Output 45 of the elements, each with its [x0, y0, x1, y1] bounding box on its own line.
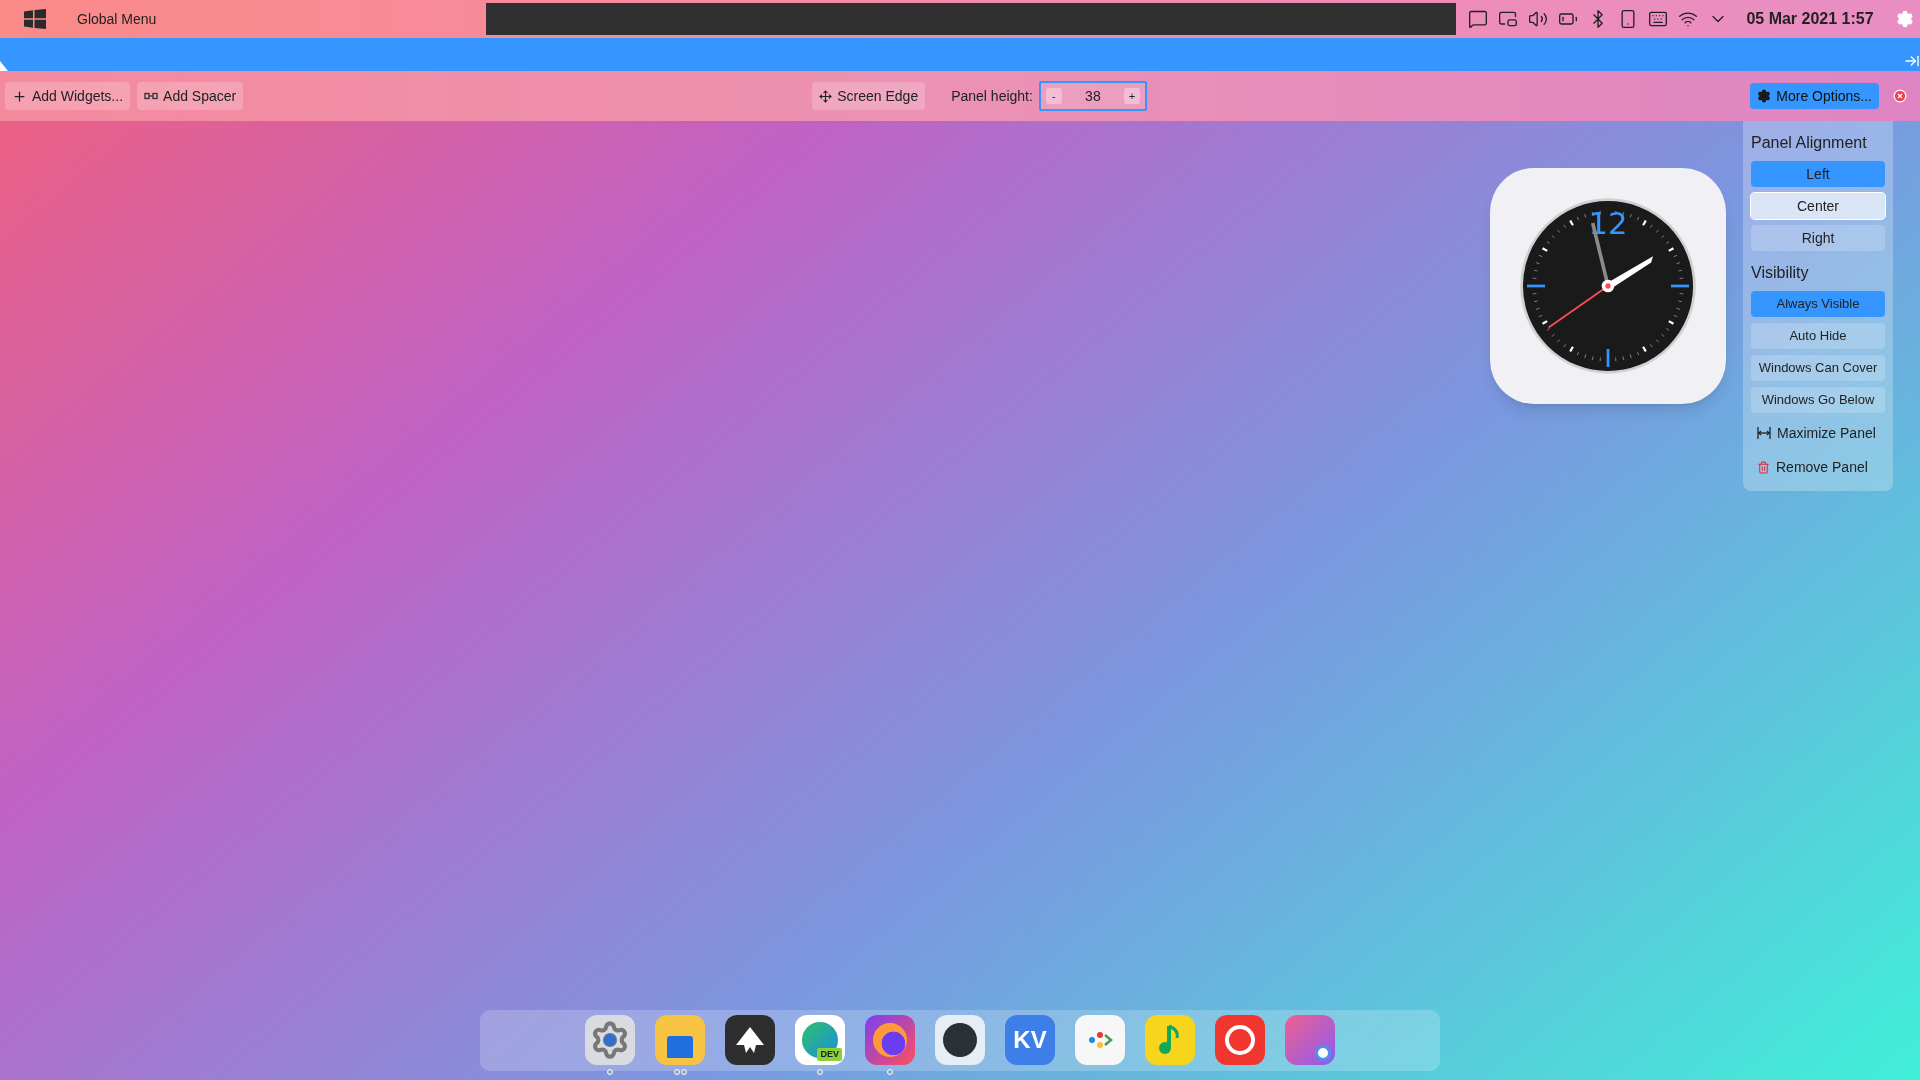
window-app-icon[interactable]: [1285, 1015, 1335, 1065]
visibility-option[interactable]: Auto Hide: [1751, 323, 1885, 349]
visibility-option[interactable]: Always Visible: [1751, 291, 1885, 317]
visibility-option[interactable]: Windows Can Cover: [1751, 355, 1885, 381]
section-title: Visibility: [1751, 263, 1810, 283]
kv-app-icon[interactable]: KV: [1005, 1015, 1055, 1065]
screen-edge-button[interactable]: Screen Edge: [812, 82, 926, 110]
trash-icon: [1757, 460, 1770, 474]
windows-logo-icon[interactable]: [24, 9, 46, 29]
remove-panel-button[interactable]: Remove Panel: [1751, 453, 1885, 481]
mountain-app-icon[interactable]: [725, 1015, 775, 1065]
analog-clock-drawing: 12: [1518, 196, 1698, 376]
arrow-right-to-line-icon[interactable]: [1904, 53, 1920, 69]
alignment-option[interactable]: Right: [1751, 225, 1885, 251]
add-button[interactable]: Add Spacer: [137, 82, 244, 110]
alignment-option[interactable]: Center: [1751, 193, 1885, 219]
volume-icon[interactable]: [1528, 9, 1549, 29]
add-button[interactable]: Add Widgets...: [5, 82, 131, 110]
dev-badge: DEV: [817, 1048, 842, 1061]
settings-icon: [1757, 89, 1772, 103]
global-menu-label[interactable]: Global Menu: [77, 8, 157, 30]
section-title: Panel Alignment: [1751, 133, 1868, 153]
shopping-bag-app-icon[interactable]: [1075, 1015, 1125, 1065]
panel-height-value: 38: [1085, 86, 1101, 106]
panel-height-label: Panel height:: [951, 86, 1033, 106]
maximize-panel-button[interactable]: Maximize Panel: [1751, 419, 1885, 447]
message-icon[interactable]: [1468, 9, 1489, 29]
folder-app-icon[interactable]: [655, 1015, 705, 1065]
maximize-icon: [1757, 427, 1771, 439]
plus-icon: [12, 88, 27, 104]
close-icon[interactable]: [1893, 89, 1907, 103]
picture-in-picture-icon[interactable]: [1498, 9, 1519, 29]
visibility-option[interactable]: Windows Go Below: [1751, 387, 1885, 413]
keyboard-icon[interactable]: [1648, 9, 1669, 29]
increment-button[interactable]: +: [1123, 88, 1140, 104]
decrement-button[interactable]: -: [1045, 88, 1062, 104]
panel-height-spinbox[interactable]: - 38 +: [1038, 81, 1147, 111]
move-icon: [819, 89, 833, 103]
alignment-option[interactable]: Left: [1751, 161, 1885, 187]
date-time[interactable]: 05 Mar 2021 1:57: [1746, 7, 1874, 31]
gear-app-icon[interactable]: [585, 1015, 635, 1065]
browser-app-icon[interactable]: DEV: [795, 1015, 845, 1065]
more-options-button[interactable]: More Options...: [1750, 83, 1879, 109]
spacer-icon: [144, 91, 159, 101]
corner-handle-icon: [0, 61, 8, 71]
